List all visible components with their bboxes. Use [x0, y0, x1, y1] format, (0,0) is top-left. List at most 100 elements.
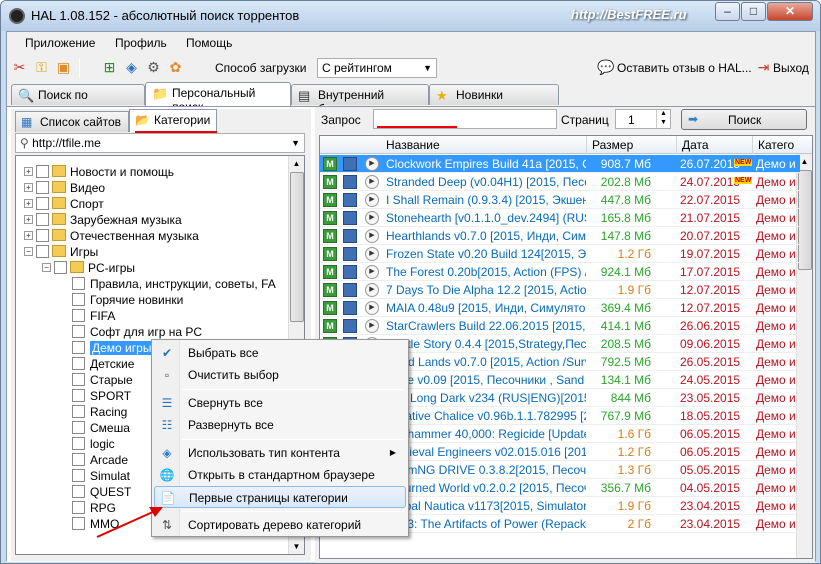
exit-icon[interactable]: ⇥	[755, 59, 772, 76]
spin-down-icon[interactable]: ▼	[656, 119, 670, 128]
download-icon[interactable]	[343, 157, 357, 171]
download-icon[interactable]	[343, 265, 357, 279]
context-menu-item[interactable]: 🌐 Открыть в стандартном браузере	[154, 464, 406, 486]
table-row[interactable]: M ▶ MAIA 0.48u9 [2015, Инди, Симуляторы, 36…	[320, 299, 800, 317]
tools-icon[interactable]: ✂	[11, 59, 28, 76]
table-row[interactable]: M ▶ Hearthlands v0.7.0 [2015, Инди, Симул 1…	[320, 227, 800, 245]
magnet-icon[interactable]: M	[323, 301, 337, 315]
exit-link[interactable]: Выход	[773, 61, 809, 75]
settings-icon[interactable]: ⚙	[145, 59, 162, 76]
expander-icon[interactable]: +	[24, 183, 33, 192]
play-icon[interactable]: ▶	[365, 265, 379, 279]
table-row[interactable]: M ▶ The Forest 0.20b[2015, Action (FPS) / …	[320, 263, 800, 281]
table-row[interactable]: M ▶ StarCrawlers Build 22.06.2015 [2015, И…	[320, 317, 800, 335]
context-menu-item[interactable]: 📄 Первые страницы категории	[154, 486, 406, 508]
context-menu-item[interactable]: ☰ Свернуть все	[154, 392, 406, 414]
download-icon[interactable]	[343, 229, 357, 243]
magnet-icon[interactable]: M	[323, 265, 337, 279]
download-icon[interactable]	[343, 211, 357, 225]
magnet-icon[interactable]: M	[323, 247, 337, 261]
context-menu-item[interactable]: ▫ Очистить выбор	[154, 364, 406, 386]
tree-checkbox[interactable]	[72, 453, 85, 466]
magnet-icon[interactable]: M	[323, 319, 337, 333]
expander-icon[interactable]: −	[24, 247, 33, 256]
play-icon[interactable]: ▶	[365, 319, 379, 333]
magnet-icon[interactable]: M	[323, 157, 337, 171]
scroll-down-icon[interactable]: ▼	[289, 539, 304, 554]
tree-checkbox[interactable]	[72, 437, 85, 450]
expander-icon[interactable]: +	[24, 167, 33, 176]
col-date[interactable]: Дата	[682, 138, 709, 152]
tree-checkbox[interactable]	[72, 501, 85, 514]
play-icon[interactable]: ▶	[365, 211, 379, 225]
menu-application[interactable]: Приложение	[25, 36, 95, 50]
palette-icon[interactable]: ✿	[167, 59, 184, 76]
download-icon[interactable]	[343, 247, 357, 261]
context-menu-item[interactable]: ☷ Развернуть все	[154, 414, 406, 436]
search-button[interactable]: ➡ Поиск	[681, 109, 807, 130]
tree-scroll-thumb[interactable]	[290, 172, 304, 322]
play-icon[interactable]: ▶	[365, 229, 379, 243]
title-bar[interactable]: HAL 1.08.152 - абсолютный поиск торренто…	[1, 1, 820, 31]
context-menu-item[interactable]: ✔ Выбрать все	[154, 342, 406, 364]
play-icon[interactable]: ▶	[365, 175, 379, 189]
tree-checkbox[interactable]	[72, 389, 85, 402]
tree-checkbox[interactable]	[72, 469, 85, 482]
expander-icon[interactable]: +	[24, 231, 33, 240]
magnet-icon[interactable]: M	[323, 283, 337, 297]
download-icon[interactable]	[343, 193, 357, 207]
feedback-icon[interactable]: 💬	[597, 59, 614, 76]
box-icon[interactable]: ▣	[55, 59, 72, 76]
tree-checkbox[interactable]	[36, 165, 49, 178]
play-icon[interactable]: ▶	[365, 301, 379, 315]
play-icon[interactable]: ▶	[365, 283, 379, 297]
table-row[interactable]: M ▶ Stonehearth [v0.1.1.0_dev.2494] (RUS)[…	[320, 209, 800, 227]
tab-personal-search[interactable]: 📁Персональный поиск	[145, 82, 291, 114]
expander-icon[interactable]: +	[24, 215, 33, 224]
minimize-button[interactable]: –	[715, 2, 740, 21]
download-icon[interactable]	[343, 301, 357, 315]
magnet-icon[interactable]: M	[323, 229, 337, 243]
expander-icon[interactable]: +	[24, 199, 33, 208]
table-row[interactable]: M ▶ 7 Days To Die Alpha 12.2 [2015, Action…	[320, 281, 800, 299]
cube-icon[interactable]: ◈	[123, 59, 140, 76]
magnet-icon[interactable]: M	[323, 193, 337, 207]
tree-checkbox[interactable]	[36, 213, 49, 226]
tree-checkbox[interactable]	[72, 293, 85, 306]
tree-checkbox[interactable]	[72, 357, 85, 370]
tree-checkbox[interactable]	[72, 421, 85, 434]
maximize-button[interactable]: □	[741, 2, 766, 21]
grid-scroll-thumb[interactable]	[798, 170, 812, 270]
table-row[interactable]: M ▶ Frozen State v0.20 Build 124[2015, Экш…	[320, 245, 800, 263]
close-button[interactable]: ✕	[767, 2, 813, 21]
table-row[interactable]: M ▶ Clockwork Empires Build 41a [2015, Стр…	[320, 155, 800, 173]
magnet-icon[interactable]: M	[323, 211, 337, 225]
tree-checkbox[interactable]	[72, 517, 85, 530]
network-icon[interactable]: ⊞	[101, 59, 118, 76]
tree-checkbox[interactable]	[72, 405, 85, 418]
menu-profile[interactable]: Профиль	[115, 36, 167, 50]
context-menu-item[interactable]: ◈ Использовать тип контента ▶	[154, 442, 406, 464]
scroll-up-icon[interactable]: ▲	[289, 156, 304, 171]
tree-checkbox[interactable]	[36, 245, 49, 258]
tree-checkbox[interactable]	[72, 373, 85, 386]
play-icon[interactable]: ▶	[365, 247, 379, 261]
magnet-icon[interactable]: M	[323, 175, 337, 189]
play-icon[interactable]: ▶	[365, 193, 379, 207]
subtab-categories[interactable]: 📂 Категории	[129, 109, 217, 132]
tab-new-torrents[interactable]: ★Новинки торрентов	[429, 84, 559, 116]
feedback-link[interactable]: Оставить отзыв о HAL...	[617, 61, 752, 75]
table-row[interactable]: M ▶ I Shall Remain (0.9.3.4) [2015, Экшены…	[320, 191, 800, 209]
table-row[interactable]: M ▶ Stranded Deep (v0.04H1) [2015, Песочни…	[320, 173, 800, 191]
play-icon[interactable]: ▶	[365, 157, 379, 171]
context-menu-item[interactable]: ⇅ Сортировать дерево категорий	[154, 514, 406, 536]
tree-checkbox[interactable]	[72, 277, 85, 290]
download-icon[interactable]	[343, 175, 357, 189]
download-icon[interactable]	[343, 319, 357, 333]
subtab-site-list[interactable]: ▦ Список сайтов	[15, 111, 129, 132]
menu-help[interactable]: Помощь	[186, 36, 232, 50]
col-name[interactable]: Название	[386, 138, 440, 152]
tree-checkbox[interactable]	[72, 309, 85, 322]
tree-checkbox[interactable]	[36, 229, 49, 242]
tab-tracker-search[interactable]: 🔍Поиск по трекерам	[11, 84, 145, 116]
